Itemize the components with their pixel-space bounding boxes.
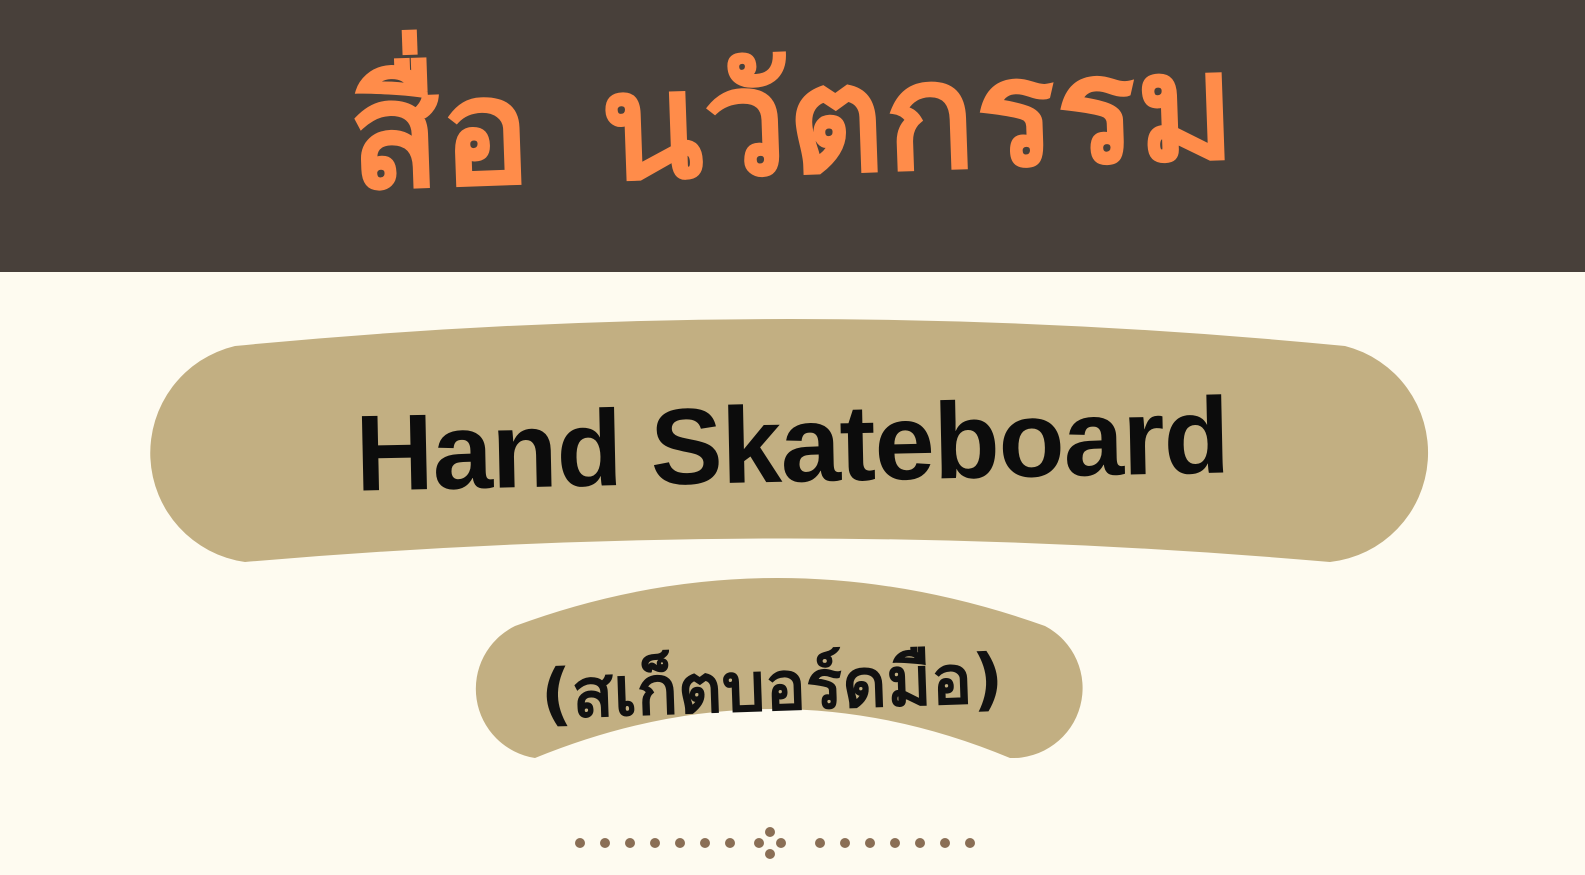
flower-ornament-icon bbox=[754, 827, 786, 859]
divider-dot bbox=[915, 838, 925, 848]
divider-dot bbox=[725, 838, 735, 848]
divider-dot bbox=[625, 838, 635, 848]
divider-dot bbox=[865, 838, 875, 848]
divider-dot bbox=[815, 838, 825, 848]
divider-dot bbox=[600, 838, 610, 848]
decorative-dots-divider bbox=[575, 827, 975, 859]
divider-dot bbox=[965, 838, 975, 848]
divider-dot bbox=[575, 838, 585, 848]
divider-dot bbox=[940, 838, 950, 848]
banner-title: Hand Skateboard bbox=[354, 374, 1230, 514]
divider-dot bbox=[650, 838, 660, 848]
banner-subtitle: (สเก็ตบอร์ดมือ) bbox=[539, 639, 1005, 736]
divider-dot bbox=[700, 838, 710, 848]
divider-dot bbox=[840, 838, 850, 848]
divider-dot bbox=[675, 838, 685, 848]
divider-dot bbox=[890, 838, 900, 848]
